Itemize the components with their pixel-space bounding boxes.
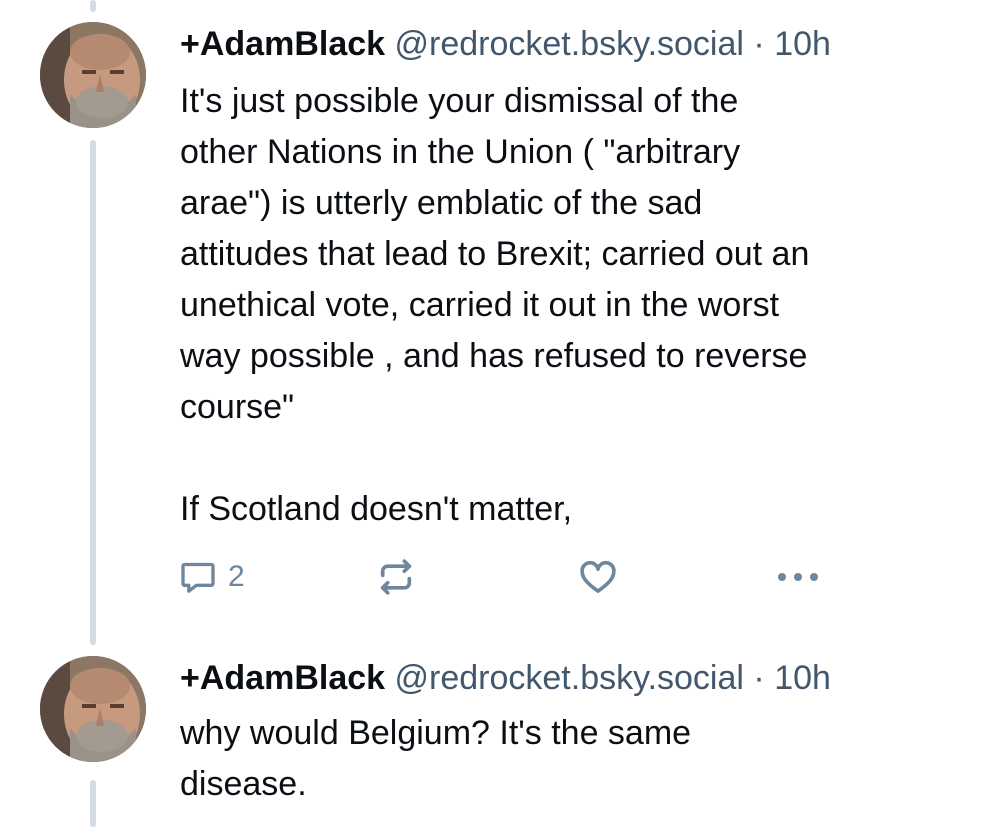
post-header: +AdamBlack @redrocket.bsky.social · 10h (180, 656, 831, 700)
reply-button[interactable]: 2 (178, 555, 245, 599)
author-name[interactable]: +AdamBlack (180, 25, 385, 63)
separator-dot: · (753, 659, 765, 697)
post-header: +AdamBlack @redrocket.bsky.social · 10h (180, 22, 831, 66)
post-2[interactable]: +AdamBlack @redrocket.bsky.social · 10h … (0, 640, 1000, 827)
post-actions: 2 (178, 555, 838, 599)
post-time[interactable]: 10h (774, 659, 831, 697)
post-1[interactable]: +AdamBlack @redrocket.bsky.social · 10h … (0, 0, 1000, 640)
reply-count: 2 (228, 560, 245, 593)
heart-icon (578, 557, 618, 597)
author-handle[interactable]: @redrocket.bsky.social (395, 659, 744, 697)
more-options-icon (774, 557, 822, 597)
author-name[interactable]: +AdamBlack (180, 659, 385, 697)
avatar[interactable] (40, 22, 146, 128)
author-handle[interactable]: @redrocket.bsky.social (395, 25, 744, 63)
more-options-button[interactable] (774, 555, 822, 599)
separator-dot: · (753, 25, 765, 63)
post-time[interactable]: 10h (774, 25, 831, 63)
repost-icon (376, 557, 416, 597)
post-text: why would Belgium? It's the same disease… (180, 714, 692, 803)
reply-icon (178, 557, 218, 597)
repost-button[interactable] (376, 555, 416, 599)
post-text: It's just possible your dismissal of the… (180, 82, 810, 528)
like-button[interactable] (578, 555, 618, 599)
avatar[interactable] (40, 656, 146, 762)
